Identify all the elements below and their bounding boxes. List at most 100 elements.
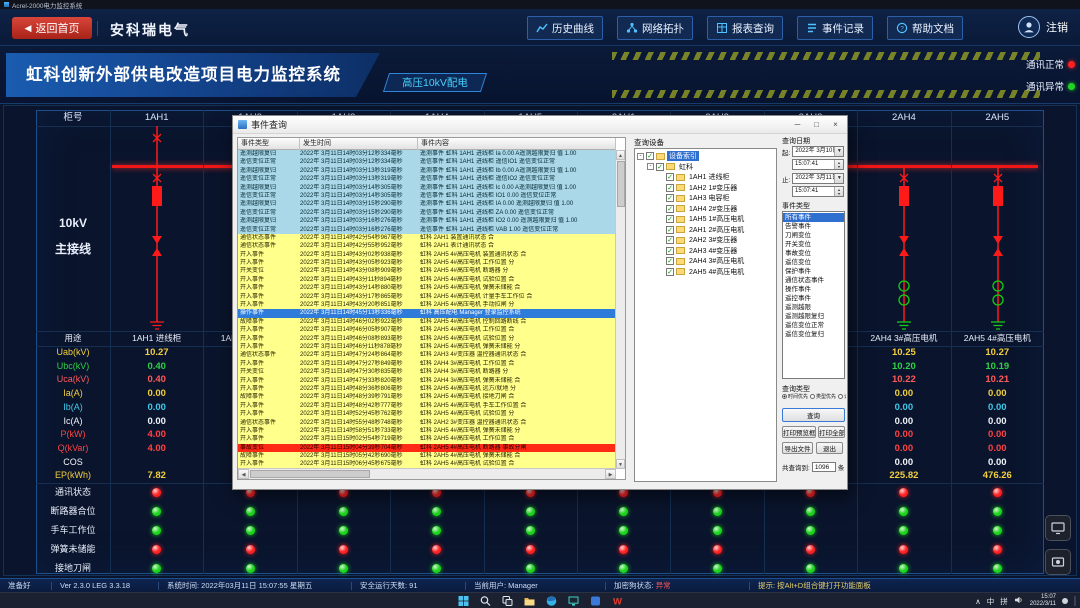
tree-node[interactable]: -✓设备索引 — [635, 151, 776, 162]
history-curve-button[interactable]: 历史曲线 — [527, 16, 603, 40]
event-row[interactable]: 开入事件2022年 3月11日14时52分45秒762毫秒虹科 2AH5 4#高… — [238, 410, 616, 418]
event-type-option[interactable]: 通信状态事件 — [783, 276, 844, 285]
tab-hv-10kv[interactable]: 高压10kV配电 — [383, 73, 487, 92]
checkbox-checked-icon[interactable]: ✓ — [666, 205, 674, 213]
horizontal-scrollbar[interactable]: ◀ ▶ — [238, 468, 616, 479]
scroll-right-icon[interactable]: ▶ — [605, 469, 616, 479]
event-table-header-cell[interactable]: 发生时间 — [300, 138, 418, 150]
event-row[interactable]: 开入事件2022年 3月11日14时48分42秒777毫秒虹科 2AH5 4#高… — [238, 402, 616, 410]
start-icon[interactable] — [457, 595, 470, 608]
checkbox-checked-icon[interactable]: ✓ — [656, 163, 664, 171]
event-row[interactable]: 开入事件2022年 3月11日14时43分20秒851毫秒虹科 2AH5 4#高… — [238, 301, 616, 309]
checkbox-checked-icon[interactable]: ✓ — [666, 173, 674, 181]
monitor-app-icon[interactable] — [567, 595, 580, 608]
expand-icon[interactable]: - — [647, 163, 654, 170]
event-row[interactable]: 开入事件2022年 3月11日14时47分33秒820毫秒虹科 2AH4 3#高… — [238, 377, 616, 385]
event-record-button[interactable]: 事件记录 — [797, 16, 873, 40]
event-row[interactable]: 通信状态事件2022年 3月11日14时55分48秒748毫秒虹科 2AH2 3… — [238, 419, 616, 427]
edge-icon[interactable] — [545, 595, 558, 608]
event-row[interactable]: 开关变位2022年 3月11日14时47分30秒835毫秒虹科 2AH4 3#高… — [238, 368, 616, 376]
tree-node[interactable]: -✓2AH1 2#高压电机 — [635, 225, 776, 236]
volume-icon[interactable] — [1014, 595, 1024, 607]
report-query-button[interactable]: 报表查询 — [707, 16, 783, 40]
checkbox-checked-icon[interactable]: ✓ — [666, 226, 674, 234]
show-desktop-strip[interactable] — [1074, 596, 1076, 606]
event-type-option[interactable]: 事故变位 — [783, 249, 844, 258]
checkbox-checked-icon[interactable]: ✓ — [666, 194, 674, 202]
event-type-option[interactable]: 遥测越限复归 — [783, 312, 844, 321]
checkbox-checked-icon[interactable]: ✓ — [666, 215, 674, 223]
vertical-scrollbar[interactable]: ▲ ▼ — [615, 150, 625, 469]
print-preview-button[interactable]: 打印预览框 — [782, 426, 816, 438]
ime-language-indicator[interactable]: 中 — [987, 596, 995, 607]
event-type-option[interactable]: 所有事件 — [783, 213, 844, 222]
event-type-option[interactable]: 刀闸变位 — [783, 231, 844, 240]
tree-node[interactable]: -✓1AH5 1#高压电机 — [635, 214, 776, 225]
scroll-down-icon[interactable]: ▼ — [616, 459, 625, 469]
event-row[interactable]: 开关变位2022年 3月11日14时43分08秒909毫秒虹科 2AH5 4#高… — [238, 267, 616, 275]
tree-node[interactable]: -✓1AH2 1#变压器 — [635, 183, 776, 194]
event-row[interactable]: 遥信变位正常2022年 3月11日14时03分13秒319毫秒遥信事件 虹科 1… — [238, 175, 616, 183]
to-date-select[interactable]: 2022年 3月11日▼ — [792, 173, 844, 184]
event-row[interactable]: 开入事件2022年 3月11日15时02分54秒719毫秒虹科 2AH5 4#高… — [238, 435, 616, 443]
event-type-option[interactable]: 遥信变位 — [783, 258, 844, 267]
event-row[interactable]: 开入事件2022年 3月11日14时43分17秒865毫秒虹科 2AH5 4#高… — [238, 293, 616, 301]
event-row[interactable]: 通信状态事件2022年 3月11日14时47分24秒864毫秒虹科 2AH3 4… — [238, 351, 616, 359]
event-row[interactable]: 遥测越限复归2022年 3月11日14时03分14秒305毫秒遥测事件 虹科 1… — [238, 184, 616, 192]
event-row[interactable]: 开入事件2022年 3月11日14时47分27秒849毫秒虹科 2AH4 3#高… — [238, 360, 616, 368]
event-row[interactable]: 开入事件2022年 3月11日14时58分51秒733毫秒虹科 2AH5 4#高… — [238, 427, 616, 435]
event-table-header-cell[interactable]: 事件内容 — [418, 138, 616, 150]
event-row[interactable]: 故障事件2022年 3月11日15时05分42秒690毫秒虹科 2AH5 4#高… — [238, 452, 616, 460]
event-row[interactable]: 开入事件2022年 3月11日14时43分11秒894毫秒虹科 2AH5 4#高… — [238, 276, 616, 284]
scrollbar-thumb[interactable] — [617, 161, 625, 207]
event-row[interactable]: 故障事件2022年 3月11日14时48分39秒791毫秒虹科 2AH5 4#高… — [238, 393, 616, 401]
event-row[interactable]: 遥信变位正常2022年 3月11日14时03分16秒276毫秒遥信事件 虹科 1… — [238, 226, 616, 234]
event-row[interactable]: 开入事件2022年 3月11日14时43分14秒880毫秒虹科 2AH5 4#高… — [238, 284, 616, 292]
scroll-up-icon[interactable]: ▲ — [616, 150, 625, 160]
event-row[interactable]: 通信状态事件2022年 3月11日14时42分55秒952毫秒虹科 2AH1 表… — [238, 242, 616, 250]
dialog-titlebar[interactable]: 事件查询 ─ □ × — [233, 116, 847, 134]
event-table-header-cell[interactable]: 事件类型 — [238, 138, 300, 150]
event-row[interactable]: 故障事件2022年 3月11日14时46分02秒922毫秒虹科 2AH5 4#高… — [238, 318, 616, 326]
wps-icon[interactable]: W — [611, 595, 624, 608]
floating-tool-button-screen[interactable] — [1045, 515, 1071, 541]
scrollbar-thumb[interactable] — [250, 470, 370, 478]
back-home-button[interactable]: ◀ 返回首页 — [12, 17, 92, 39]
query-mode-radio[interactable]: 设备优先 — [838, 393, 846, 400]
event-row[interactable]: 遥信变位正常2022年 3月11日14时03分15秒290毫秒遥信事件 虹科 1… — [238, 209, 616, 217]
event-type-option[interactable]: 开关变位 — [783, 240, 844, 249]
event-type-option[interactable]: 保护事件 — [783, 267, 844, 276]
event-row[interactable]: 遥信变位正常2022年 3月11日14时03分14秒305毫秒遥信事件 虹科 1… — [238, 192, 616, 200]
tree-node[interactable]: -✓2AH5 4#高压电机 — [635, 267, 776, 278]
checkbox-checked-icon[interactable]: ✓ — [666, 184, 674, 192]
app-icon[interactable] — [589, 595, 602, 608]
tree-node[interactable]: -✓2AH2 3#变压器 — [635, 235, 776, 246]
event-row[interactable]: 通信状态事件2022年 3月11日14时42分54秒967毫秒虹科 2AH1 装… — [238, 234, 616, 242]
scroll-left-icon[interactable]: ◀ — [238, 469, 249, 479]
event-row[interactable]: 开入事件2022年 3月11日14时48分36秒806毫秒虹科 2AH5 4#高… — [238, 385, 616, 393]
event-row[interactable]: 开入事件2022年 3月11日14时43分05秒923毫秒虹科 2AH5 4#高… — [238, 259, 616, 267]
floating-tool-button-toolbox[interactable] — [1045, 549, 1071, 575]
checkbox-checked-icon[interactable]: ✓ — [666, 257, 674, 265]
network-topology-button[interactable]: 网络拓扑 — [617, 16, 693, 40]
logout-button[interactable]: 注销 — [1018, 16, 1068, 38]
taskbar-clock[interactable]: 15:07 2022/3/11 — [1030, 594, 1056, 608]
event-row[interactable]: 遥测越限复归2022年 3月11日14时03分16秒276毫秒遥测事件 虹科 1… — [238, 217, 616, 225]
task-view-icon[interactable] — [501, 595, 514, 608]
checkbox-checked-icon[interactable]: ✓ — [666, 247, 674, 255]
query-mode-radio[interactable]: 类型优先 — [810, 393, 836, 400]
print-all-button[interactable]: 打印全部 — [818, 426, 845, 438]
event-row[interactable]: 事故变位2022年 3月11日15时04分39秒704毫秒虹科 2AH5 4#高… — [238, 444, 616, 452]
checkbox-checked-icon[interactable]: ✓ — [666, 236, 674, 244]
tree-node[interactable]: -✓2AH3 4#变压器 — [635, 246, 776, 257]
file-explorer-icon[interactable] — [523, 595, 536, 608]
tree-node[interactable]: -✓虹科 — [635, 162, 776, 173]
event-row[interactable]: 遥测越限复归2022年 3月11日14时03分15秒290毫秒遥测事件 虹科 1… — [238, 200, 616, 208]
search-icon[interactable] — [479, 595, 492, 608]
event-row[interactable]: 遥测越限复归2022年 3月11日14时03分12秒334毫秒遥测事件 虹科 1… — [238, 150, 616, 158]
event-row[interactable]: 遥信变位正常2022年 3月11日14时03分12秒334毫秒遥信事件 虹科 1… — [238, 158, 616, 166]
event-row[interactable]: 开入事件2022年 3月11日14时46分11秒878毫秒虹科 2AH5 4#高… — [238, 343, 616, 351]
tree-node[interactable]: -✓2AH4 3#高压电机 — [635, 256, 776, 267]
event-row[interactable]: 开入事件2022年 3月11日14时46分08秒893毫秒虹科 2AH5 4#高… — [238, 335, 616, 343]
expand-icon[interactable]: - — [637, 153, 644, 160]
